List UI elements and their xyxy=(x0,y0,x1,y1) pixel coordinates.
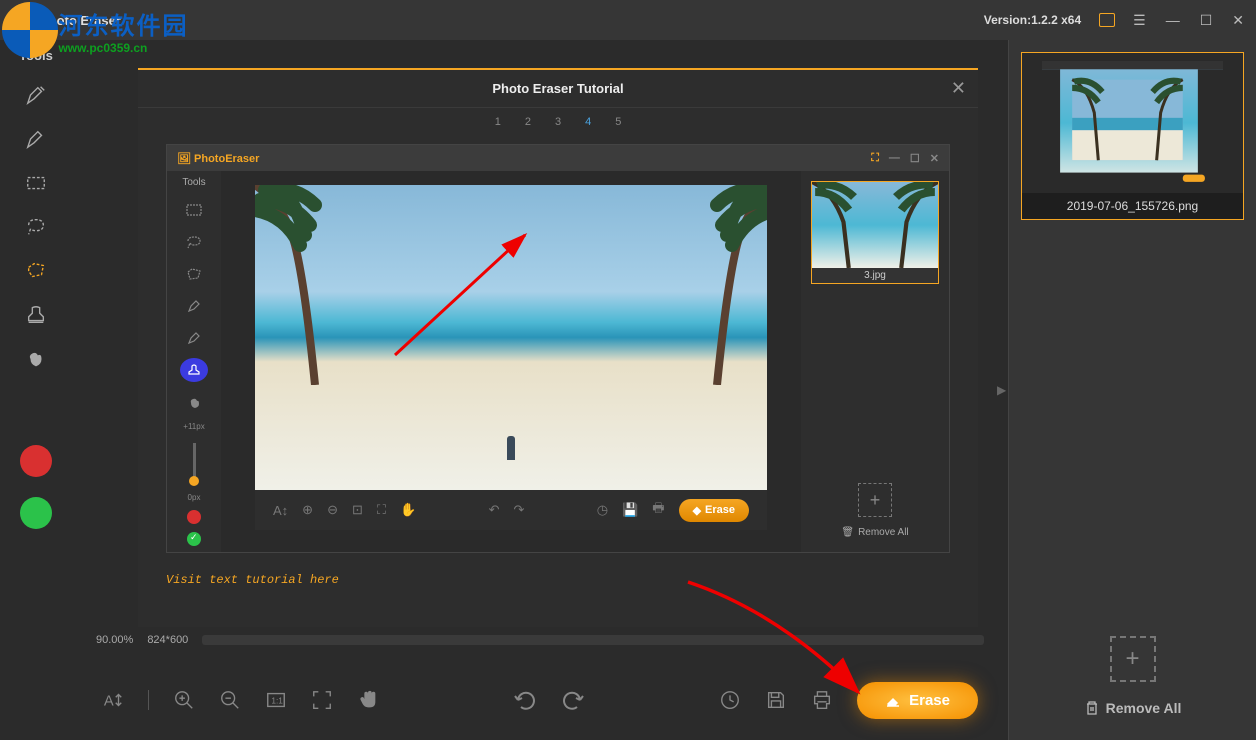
bottom-toolbar: A 1:1 Erase xyxy=(72,660,1008,740)
remove-all-button[interactable]: Remove All xyxy=(1084,700,1182,716)
mini-undo-icon: ↶ xyxy=(489,502,500,518)
thumbnail-preview xyxy=(1042,61,1223,185)
pen-tool[interactable] xyxy=(14,121,58,157)
trash-icon xyxy=(1084,700,1100,716)
mini-close-icon: ✕ xyxy=(930,152,939,165)
mini-erase-button: ◆ Erase xyxy=(679,499,749,522)
stamp-tool[interactable] xyxy=(14,297,58,333)
mini-add-button: + xyxy=(858,483,892,517)
mini-cart-icon: ⛶ xyxy=(871,152,879,165)
left-toolbar: Tools xyxy=(0,40,72,740)
thumbnail-item[interactable]: 2019-07-06_155726.png xyxy=(1021,52,1244,220)
print-button[interactable] xyxy=(811,689,833,711)
tutorial-step-1[interactable]: 1 xyxy=(495,116,501,128)
tutorial-red-arrow-icon xyxy=(385,225,545,365)
cart-icon[interactable] xyxy=(1099,13,1115,27)
tutorial-screenshot: 🖼 PhotoEraser ⛶ — ☐ ✕ Tools xyxy=(166,144,950,553)
zoom-level: 90.00% xyxy=(96,634,133,646)
menu-icon[interactable]: ☰ xyxy=(1133,12,1146,29)
zoom-in-button[interactable] xyxy=(173,689,195,711)
fit-screen-button[interactable] xyxy=(311,689,333,711)
mini-crop-icon: ⛶ xyxy=(377,502,386,518)
undo-button[interactable] xyxy=(513,688,537,712)
erase-button-label: Erase xyxy=(909,692,950,709)
mini-min-icon: — xyxy=(889,152,900,165)
marquee-tool[interactable] xyxy=(14,165,58,201)
save-button[interactable] xyxy=(765,689,787,711)
minimize-button[interactable]: — xyxy=(1166,12,1180,28)
erase-button[interactable]: Erase xyxy=(857,682,978,719)
close-button[interactable]: ✕ xyxy=(1232,12,1244,29)
image-dims: 824*600 xyxy=(147,634,188,646)
tutorial-image xyxy=(255,185,767,490)
tutorial-person xyxy=(507,436,515,460)
zoom-out-button[interactable] xyxy=(219,689,241,711)
pan-button[interactable] xyxy=(357,689,379,711)
mini-thumbnail: 3.jpg xyxy=(811,181,939,284)
mini-smudge-icon xyxy=(180,390,208,414)
svg-text:1:1: 1:1 xyxy=(271,697,283,706)
mini-text-icon: A↕ xyxy=(273,503,288,518)
visit-tutorial-link[interactable]: Visit text tutorial here xyxy=(138,561,978,587)
mini-save-icon: 💾 xyxy=(622,502,638,518)
mini-slider xyxy=(193,443,196,481)
tutorial-title: Photo Eraser Tutorial xyxy=(492,81,623,96)
mini-tools-label: Tools xyxy=(182,177,205,188)
titlebar: Photo Eraser Version:1.2.2 x64 ☰ — ☐ ✕ xyxy=(0,0,1256,40)
svg-text:A: A xyxy=(104,694,114,710)
horizontal-scrollbar[interactable] xyxy=(202,635,984,645)
tutorial-steps: 1 2 3 4 5 xyxy=(138,108,978,136)
mini-pen-icon xyxy=(180,294,208,318)
text-size-button[interactable]: A xyxy=(102,689,124,711)
mini-app-title: 🖼 PhotoEraser xyxy=(177,152,259,165)
mini-remove-all: 🗑 Remove All xyxy=(811,523,939,542)
tutorial-step-2[interactable]: 2 xyxy=(525,116,531,128)
mini-print-icon: 🖶 xyxy=(652,499,664,521)
remove-all-label: Remove All xyxy=(1106,700,1182,716)
mini-hand-icon: ✋ xyxy=(400,502,416,518)
mini-zoomin-icon: ⊕ xyxy=(302,502,313,518)
version-label: Version:1.2.2 x64 xyxy=(984,13,1081,27)
actual-size-button[interactable]: 1:1 xyxy=(265,689,287,711)
tools-label: Tools xyxy=(19,48,53,63)
right-panel: ▶ xyxy=(1008,40,1256,740)
tutorial-step-4[interactable]: 4 xyxy=(585,116,591,128)
mini-marquee-icon xyxy=(180,198,208,222)
tutorial-modal: Photo Eraser Tutorial ✕ 1 2 3 4 5 🖼 Phot… xyxy=(138,68,978,627)
eraser-icon xyxy=(885,692,901,708)
mini-history-icon: ◷ xyxy=(597,502,608,518)
mini-px-bot: 0px xyxy=(188,493,201,502)
mini-red-dot xyxy=(187,510,201,524)
mini-stamp-icon xyxy=(180,358,208,382)
mini-thumb-name: 3.jpg xyxy=(812,268,938,283)
mini-px-top: +11px xyxy=(183,422,204,431)
tutorial-step-5[interactable]: 5 xyxy=(615,116,621,128)
mask-red-toggle[interactable] xyxy=(20,445,52,477)
app-title: Photo Eraser xyxy=(40,13,121,28)
tutorial-step-3[interactable]: 3 xyxy=(555,116,561,128)
pen-add-tool[interactable] xyxy=(14,77,58,113)
polygon-lasso-tool[interactable] xyxy=(14,253,58,289)
mask-green-toggle[interactable] xyxy=(20,497,52,529)
mini-green-dot: ✓ xyxy=(187,532,201,546)
mini-zoomout-icon: ⊖ xyxy=(327,502,338,518)
mini-lasso-icon xyxy=(180,230,208,254)
collapse-panel-button[interactable]: ▶ xyxy=(997,383,1006,397)
add-image-button[interactable]: + xyxy=(1110,636,1156,682)
tutorial-close-button[interactable]: ✕ xyxy=(951,78,966,99)
status-bar: 90.00% 824*600 xyxy=(72,634,1008,646)
history-button[interactable] xyxy=(719,689,741,711)
redo-button[interactable] xyxy=(561,688,585,712)
maximize-button[interactable]: ☐ xyxy=(1200,12,1213,29)
thumbnail-filename: 2019-07-06_155726.png xyxy=(1022,193,1243,219)
mini-max-icon: ☐ xyxy=(910,152,920,165)
mini-redo-icon: ↷ xyxy=(513,502,524,518)
smudge-tool[interactable] xyxy=(14,341,58,377)
lasso-tool[interactable] xyxy=(14,209,58,245)
mini-poly-icon xyxy=(180,262,208,286)
app-logo-icon xyxy=(12,10,32,30)
mini-pen2-icon xyxy=(180,326,208,350)
mini-fit-icon: ⊡ xyxy=(352,502,363,518)
